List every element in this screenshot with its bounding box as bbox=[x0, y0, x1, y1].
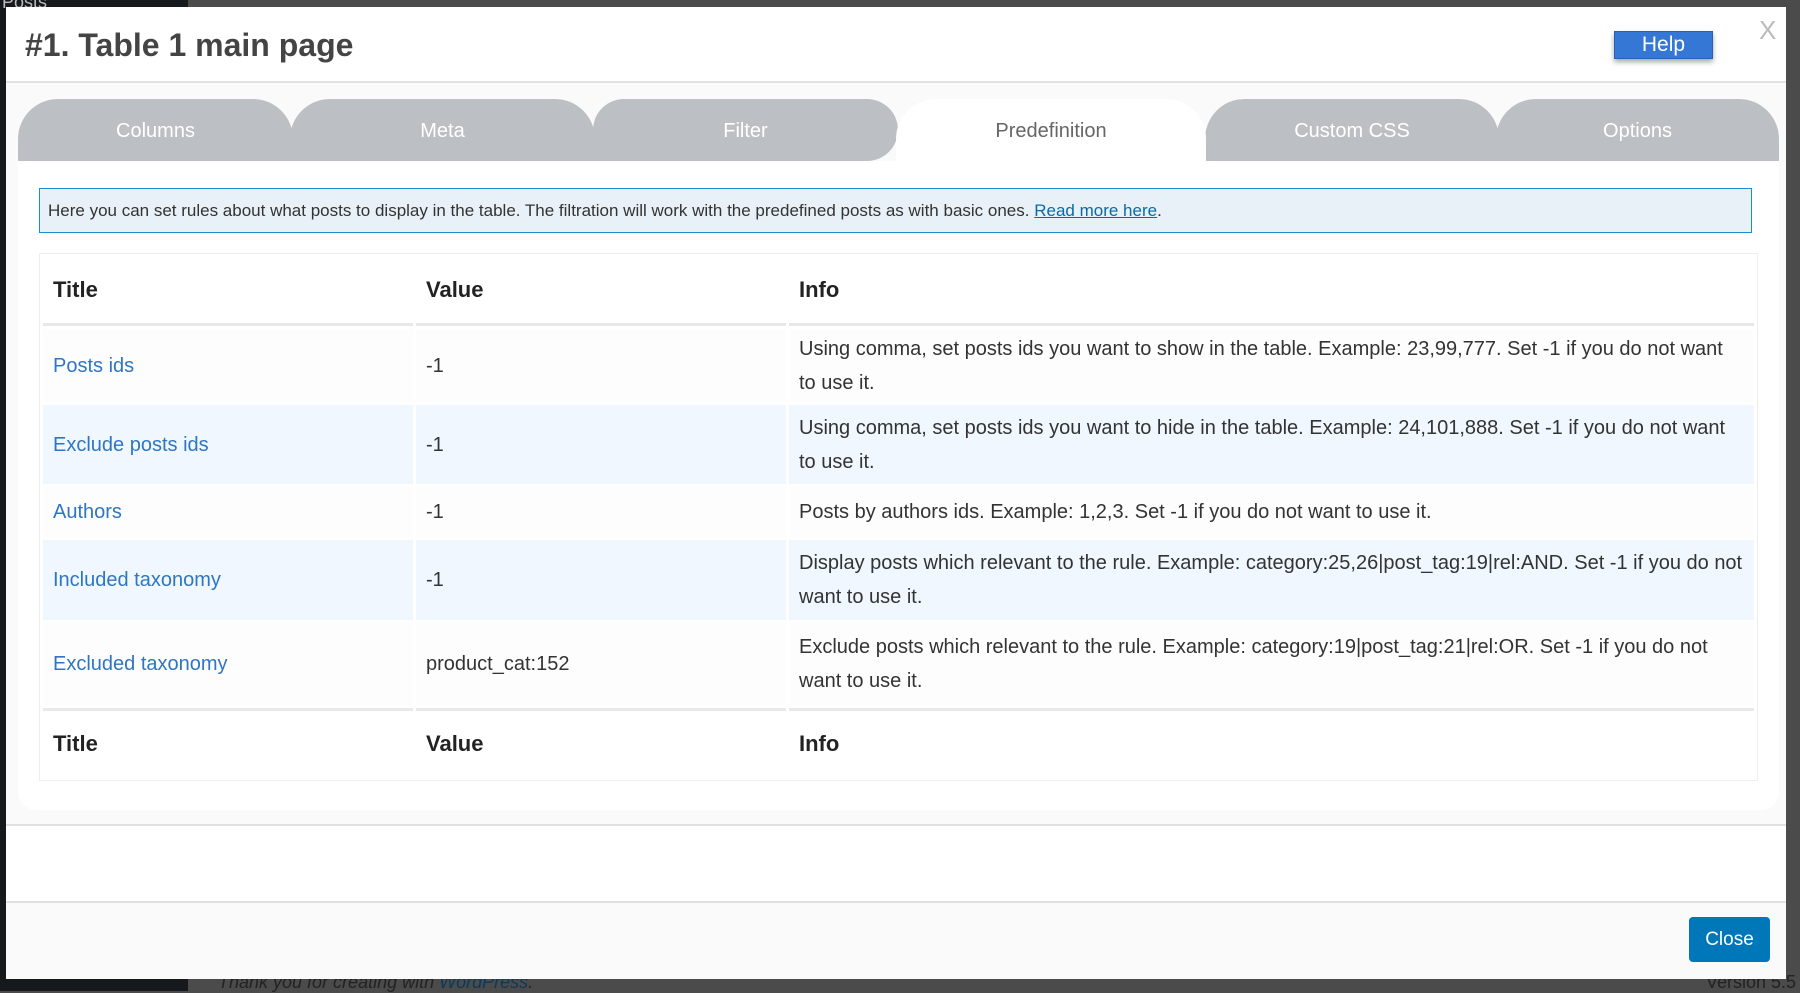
header-title: Title bbox=[43, 257, 413, 326]
tab-predefinition[interactable]: Predefinition bbox=[896, 99, 1206, 161]
read-more-link[interactable]: Read more here bbox=[1034, 201, 1157, 220]
table-row: Included taxonomy -1 Display posts which… bbox=[43, 540, 1754, 620]
table-row: Exclude posts ids -1 Using comma, set po… bbox=[43, 405, 1754, 484]
row-info: Exclude posts which relevant to the rule… bbox=[789, 623, 1754, 705]
close-x-icon[interactable]: X bbox=[1759, 15, 1776, 46]
row-value[interactable]: -1 bbox=[416, 329, 786, 402]
help-button[interactable]: Help bbox=[1614, 31, 1713, 59]
modal-header: #1. Table 1 main page Help X bbox=[6, 7, 1786, 83]
header-value: Value bbox=[416, 257, 786, 326]
info-notice: Here you can set rules about what posts … bbox=[39, 188, 1752, 233]
predefinition-table: Title Value Info Posts ids -1 Using comm… bbox=[39, 253, 1758, 781]
footer-info: Info bbox=[789, 708, 1754, 777]
row-title-link[interactable]: Excluded taxonomy bbox=[53, 653, 228, 675]
close-button[interactable]: Close bbox=[1689, 917, 1770, 962]
notice-end: . bbox=[1157, 201, 1162, 220]
row-info: Display posts which relevant to the rule… bbox=[789, 540, 1754, 620]
modal-title: #1. Table 1 main page bbox=[25, 27, 354, 63]
row-title-link[interactable]: Authors bbox=[53, 501, 122, 523]
row-value[interactable]: -1 bbox=[416, 540, 786, 620]
modal-spacer bbox=[6, 826, 1786, 903]
tab-custom-css[interactable]: Custom CSS bbox=[1204, 99, 1499, 161]
table-row: Posts ids -1 Using comma, set posts ids … bbox=[43, 329, 1754, 402]
tab-meta[interactable]: Meta bbox=[290, 99, 595, 161]
row-title-link[interactable]: Included taxonomy bbox=[53, 569, 221, 591]
row-title-link[interactable]: Exclude posts ids bbox=[53, 434, 209, 456]
row-value[interactable]: -1 bbox=[416, 405, 786, 484]
notice-text: Here you can set rules about what posts … bbox=[48, 201, 1035, 220]
footer-value: Value bbox=[416, 708, 786, 777]
row-title-link[interactable]: Posts ids bbox=[53, 355, 134, 377]
row-value[interactable]: -1 bbox=[416, 487, 786, 537]
table-row: Excluded taxonomy product_cat:152 Exclud… bbox=[43, 623, 1754, 705]
table-row: Authors -1 Posts by authors ids. Example… bbox=[43, 487, 1754, 537]
header-info: Info bbox=[789, 257, 1754, 326]
row-info: Using comma, set posts ids you want to h… bbox=[789, 405, 1754, 484]
table-settings-modal: #1. Table 1 main page Help X Columns Met… bbox=[6, 7, 1786, 979]
table-header-row: Title Value Info bbox=[43, 257, 1754, 326]
table-footer-row: Title Value Info bbox=[43, 708, 1754, 777]
tab-filter[interactable]: Filter bbox=[593, 99, 898, 161]
tab-options[interactable]: Options bbox=[1496, 99, 1779, 161]
row-info: Posts by authors ids. Example: 1,2,3. Se… bbox=[789, 487, 1754, 537]
footer-title: Title bbox=[43, 708, 413, 777]
row-value[interactable]: product_cat:152 bbox=[416, 623, 786, 705]
row-info: Using comma, set posts ids you want to s… bbox=[789, 329, 1754, 402]
tab-columns[interactable]: Columns bbox=[18, 99, 293, 161]
tab-bar: Columns Meta Filter Predefinition Custom… bbox=[18, 99, 1779, 161]
